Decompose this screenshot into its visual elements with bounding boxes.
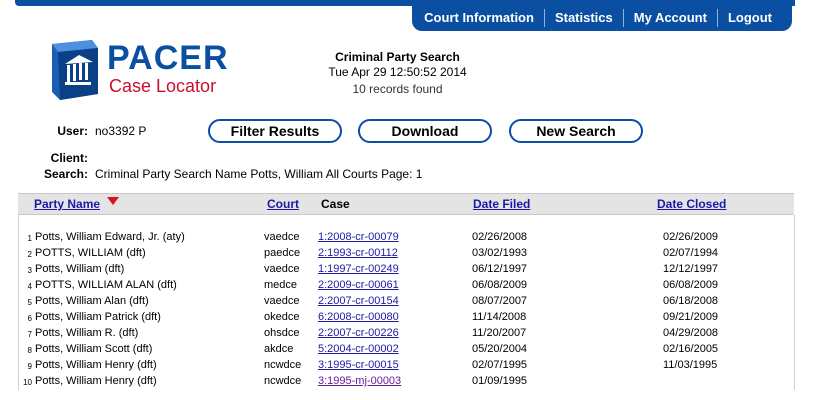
date-closed: 12/12/1997 — [663, 263, 719, 275]
court-code: okedce — [264, 311, 300, 323]
court-code: ohsdce — [264, 327, 300, 339]
logo-title: PACER — [107, 39, 229, 77]
court-code: paedce — [264, 247, 301, 259]
table-row: 4 POTTS, WILLIAM ALAN (dft) medce 2:2009… — [18, 279, 794, 294]
date-filed: 11/20/2007 — [472, 327, 527, 339]
row-number: 2 — [27, 250, 32, 259]
search-summary: Criminal Party Search Tue Apr 29 12:50:5… — [300, 50, 495, 98]
search-timestamp: Tue Apr 29 12:50:52 2014 — [328, 65, 467, 79]
party-name: POTTS, WILLIAM (dft) — [35, 247, 146, 259]
nav-my-account[interactable]: My Account — [624, 5, 717, 31]
download-button[interactable]: Download — [358, 119, 492, 143]
party-name: Potts, William Henry (dft) — [35, 359, 157, 371]
nav-logout[interactable]: Logout — [718, 5, 782, 31]
party-name: Potts, William Patrick (dft) — [35, 311, 161, 323]
case-link[interactable]: 1:2008-cr-00079 — [318, 231, 399, 243]
user-label: User: — [57, 124, 88, 138]
table-row: 2 POTTS, WILLIAM (dft) paedce 2:1993-cr-… — [18, 247, 794, 262]
date-filed: 05/20/2004 — [472, 343, 528, 355]
table-row: 5 Potts, William Alan (dft) vaedce 2:200… — [18, 295, 794, 310]
court-code: medce — [264, 279, 298, 291]
client-label: Client: — [50, 151, 88, 165]
row-number: 5 — [27, 298, 32, 307]
table-row: 7 Potts, William R. (dft) ohsdce 2:2007-… — [18, 327, 794, 342]
party-name: Potts, William Edward, Jr. (aty) — [35, 231, 185, 243]
row-number: 9 — [27, 362, 32, 371]
case-link[interactable]: 2:2009-cr-00061 — [318, 279, 399, 291]
filter-results-button[interactable]: Filter Results — [208, 119, 342, 143]
date-filed: 06/12/1997 — [472, 263, 528, 275]
court-code: akdce — [264, 343, 294, 355]
date-filed: 01/09/1995 — [472, 375, 528, 387]
date-closed: 02/26/2009 — [663, 231, 719, 243]
party-name: Potts, William Henry (dft) — [35, 375, 157, 387]
column-party-name-sort[interactable]: Party Name — [34, 197, 100, 211]
table-row: 3 Potts, William (dft) vaedce 1:1997-cr-… — [18, 263, 794, 278]
case-link[interactable]: 1:1997-cr-00249 — [318, 263, 399, 275]
party-name: Potts, William R. (dft) — [35, 327, 139, 339]
records-count: 10 records found — [352, 82, 443, 96]
nav-statistics[interactable]: Statistics — [545, 5, 623, 31]
search-label: Search: — [43, 167, 88, 181]
column-case: Case — [321, 197, 350, 211]
date-closed: 04/29/2008 — [663, 327, 719, 339]
case-link[interactable]: 3:1995-mj-00003 — [318, 375, 401, 387]
row-number: 10 — [23, 378, 32, 387]
party-name: Potts, William Scott (dft) — [35, 343, 153, 355]
date-closed: 02/16/2005 — [663, 343, 719, 355]
case-link[interactable]: 3:1995-cr-00015 — [318, 359, 399, 371]
row-number: 4 — [27, 282, 32, 291]
date-closed: 06/18/2008 — [663, 295, 719, 307]
date-filed: 02/07/1995 — [472, 359, 528, 371]
row-number: 1 — [27, 234, 32, 243]
table-border-right — [794, 215, 795, 390]
court-code: ncwdce — [264, 375, 302, 387]
nav-court-information[interactable]: Court Information — [414, 5, 544, 31]
table-row: 6 Potts, William Patrick (dft) okedce 6:… — [18, 311, 794, 326]
row-number: 6 — [27, 314, 32, 323]
logo-subtitle: Case Locator — [109, 76, 217, 96]
date-closed: 06/08/2009 — [663, 279, 719, 291]
case-link[interactable]: 6:2008-cr-00080 — [318, 311, 399, 323]
case-link[interactable]: 2:2007-cr-00154 — [318, 295, 399, 307]
pacer-logo: PACER Case Locator — [48, 38, 233, 104]
date-filed: 08/07/2007 — [472, 295, 528, 307]
table-row: 8 Potts, William Scott (dft) akdce 5:200… — [18, 343, 794, 358]
top-navigation: Court Information Statistics My Account … — [412, 5, 792, 31]
date-closed: 02/07/1994 — [663, 247, 719, 259]
date-filed: 06/08/2009 — [472, 279, 528, 291]
column-date-filed-sort[interactable]: Date Filed — [473, 197, 530, 211]
courthouse-icon — [52, 40, 98, 100]
search-criteria: Criminal Party Search Name Potts, Willia… — [95, 167, 423, 181]
new-search-button[interactable]: New Search — [509, 119, 643, 143]
court-code: vaedce — [264, 263, 300, 275]
date-closed: 09/21/2009 — [663, 311, 719, 323]
sort-descending-icon — [107, 197, 119, 205]
table-row: 1 Potts, William Edward, Jr. (aty) vaedc… — [18, 231, 794, 246]
case-link[interactable]: 2:1993-cr-00112 — [318, 247, 398, 259]
date-filed: 03/02/1993 — [472, 247, 528, 259]
column-date-closed-sort[interactable]: Date Closed — [657, 197, 726, 211]
table-row: 10 Potts, William Henry (dft) ncwdce 3:1… — [18, 375, 794, 390]
date-filed: 02/26/2008 — [472, 231, 528, 243]
court-code: vaedce — [264, 231, 300, 243]
court-code: vaedce — [264, 295, 300, 307]
results-table-header: Party Name Court Case Date Filed Date Cl… — [18, 193, 794, 215]
table-row: 9 Potts, William Henry (dft) ncwdce 3:19… — [18, 359, 794, 374]
party-name: POTTS, WILLIAM ALAN (dft) — [35, 279, 177, 291]
date-filed: 11/14/2008 — [472, 311, 527, 323]
column-court-sort[interactable]: Court — [267, 197, 299, 211]
row-number: 7 — [27, 330, 32, 339]
user-value: no3392 P — [95, 124, 147, 138]
case-link[interactable]: 2:2007-cr-00226 — [318, 327, 399, 339]
date-closed: 11/03/1995 — [663, 359, 718, 371]
case-link[interactable]: 5:2004-cr-00002 — [318, 343, 399, 355]
party-name: Potts, William (dft) — [35, 263, 125, 275]
page-title: Criminal Party Search — [335, 50, 460, 64]
court-code: ncwdce — [264, 359, 302, 371]
party-name: Potts, William Alan (dft) — [35, 295, 149, 307]
row-number: 3 — [27, 266, 32, 275]
row-number: 8 — [27, 346, 32, 355]
